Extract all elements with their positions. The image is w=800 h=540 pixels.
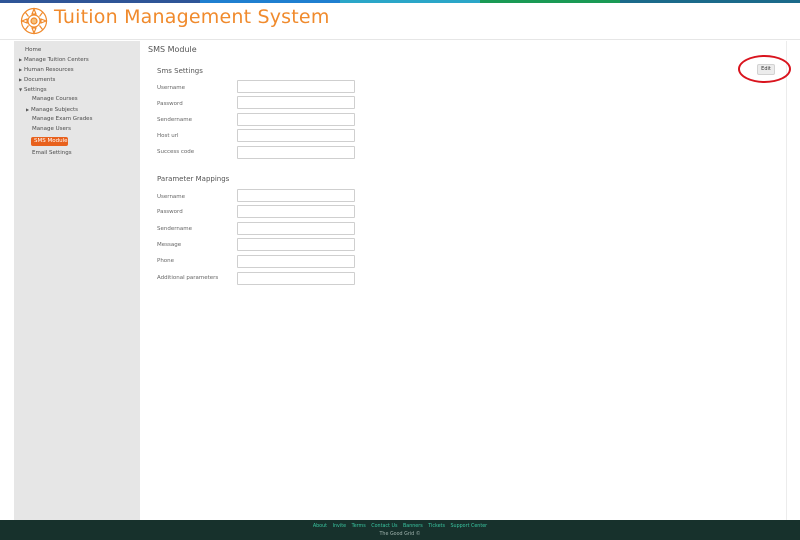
sidebar-item-label: Settings [24,87,47,93]
param-sendername-label: Sendername [157,226,192,232]
sidebar-item-label: SMS Module [34,138,68,144]
param-password-label: Password [157,209,183,215]
param-message-label: Message [157,242,182,248]
sms-host-url-input[interactable] [237,129,355,142]
param-password-input[interactable] [237,205,355,218]
sms-sendername-label: Sendername [157,117,192,123]
sidebar-item-settings[interactable]: ▼ Settings [19,86,47,94]
param-username-input[interactable] [237,189,355,202]
param-username-label: Username [157,194,186,200]
sms-sendername-input[interactable] [237,113,355,126]
sidebar-item-manage-tuition-centers[interactable]: ▶ Manage Tuition Centers [19,56,89,64]
footer-link-contact-us[interactable]: Contact Us [371,524,397,529]
sidebar-item-label: Manage Exam Grades [32,116,93,122]
sidebar-item-manage-subjects[interactable]: ▶ Manage Subjects [26,106,78,114]
content-border [786,41,787,520]
param-phone-label: Phone [157,258,175,264]
app-title: Tuition Management System [54,6,330,28]
sidebar-item-human-resources[interactable]: ▶ Human Resources [19,66,74,74]
sidebar-item-label: Human Resources [24,67,74,73]
footer-links: About Invite Terms Contact Us Banners Ti… [0,524,800,529]
footer-link-banners[interactable]: Banners [403,524,423,529]
sms-password-label: Password [157,101,183,107]
sidebar-item-documents[interactable]: ▶ Documents [19,76,55,84]
sidebar-item-label: Documents [24,77,56,83]
param-additional-parameters-label: Additional parameters [157,275,219,281]
sms-host-url-label: Host url [157,133,179,139]
sidebar-item-manage-exam-grades[interactable]: Manage Exam Grades [32,116,92,123]
app-header: Tuition Management System [0,3,800,39]
header-divider [0,39,800,40]
param-additional-parameters-input[interactable] [237,272,355,285]
sms-password-input[interactable] [237,96,355,109]
footer: About Invite Terms Contact Us Banners Ti… [0,520,800,540]
sidebar: Home ▶ Manage Tuition Centers ▶ Human Reso… [14,41,140,520]
param-phone-input[interactable] [237,255,355,268]
footer-link-about[interactable]: About [313,524,327,529]
sms-settings-heading: Sms Settings [157,67,203,75]
footer-link-invite[interactable]: Invite [333,524,346,529]
param-sendername-input[interactable] [237,222,355,235]
sidebar-item-sms-module[interactable]: SMS Module [31,137,68,146]
param-message-input[interactable] [237,238,355,251]
sidebar-item-email-settings[interactable]: Email Settings [32,150,72,157]
sidebar-item-home[interactable]: Home [25,47,41,54]
sms-username-label: Username [157,85,186,91]
sidebar-item-manage-courses[interactable]: Manage Courses [32,96,78,103]
sms-success-code-label: Success code [157,149,195,155]
footer-link-support-center[interactable]: Support Center [450,524,487,529]
sidebar-item-label: Manage Courses [32,96,78,102]
footer-link-tickets[interactable]: Tickets [428,524,445,529]
sidebar-item-label: Home [25,47,42,53]
footer-link-terms[interactable]: Terms [352,524,366,529]
sidebar-item-label: Manage Users [32,126,71,132]
sidebar-item-label: Email Settings [32,150,72,156]
annotation-circle [738,55,791,83]
sidebar-item-label: Manage Subjects [31,107,79,113]
sms-success-code-input[interactable] [237,146,355,159]
page-title: SMS Module [148,45,197,54]
gear-flower-logo-icon [20,7,48,35]
sidebar-item-manage-users[interactable]: Manage Users [32,126,71,133]
footer-copyright: The Good Grid © [379,532,421,537]
sms-username-input[interactable] [237,80,355,93]
sidebar-item-label: Manage Tuition Centers [24,57,89,63]
parameter-mappings-heading: Parameter Mappings [157,175,230,183]
